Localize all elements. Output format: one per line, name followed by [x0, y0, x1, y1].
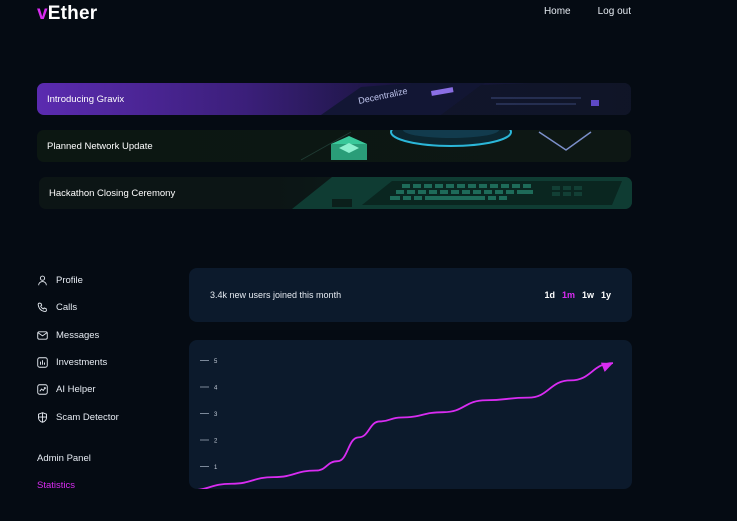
top-nav: Home Log out: [544, 6, 631, 17]
sidebar-item-label: AI Helper: [56, 384, 96, 396]
sidebar-item-label: Scam Detector: [56, 411, 119, 423]
sidebar: Profile Calls Messages Investments AI He…: [37, 267, 177, 431]
logout-link[interactable]: Log out: [598, 6, 631, 17]
sidebar-item-scam-detector[interactable]: Scam Detector: [37, 403, 177, 430]
phone-icon: [37, 303, 47, 313]
sidebar-item-label: Calls: [56, 302, 78, 314]
y-tick-label: 3: [214, 412, 218, 418]
range-1m[interactable]: 1m: [562, 290, 575, 300]
sidebar-item-investments[interactable]: Investments: [37, 349, 177, 376]
statistics-chart-card: 1 2 3 4 5: [189, 340, 632, 489]
sidebar-item-calls[interactable]: Calls: [37, 294, 177, 321]
banner-art-network: [300, 130, 592, 161]
app-logo[interactable]: vEther: [37, 3, 97, 25]
banner-label: Planned Network Update: [47, 140, 153, 152]
range-1w[interactable]: 1w: [582, 290, 594, 300]
range-1y[interactable]: 1y: [601, 290, 611, 300]
banner-art-keyboard: [292, 177, 632, 209]
sidebar-item-statistics[interactable]: Statistics: [37, 480, 75, 491]
sidebar-item-ai-helper[interactable]: AI Helper: [37, 376, 177, 403]
banner-label: Hackathon Closing Ceremony: [49, 187, 176, 199]
home-link[interactable]: Home: [544, 6, 571, 17]
y-tick-label: 2: [214, 439, 218, 445]
banner-label: Introducing Gravix: [47, 93, 125, 105]
mail-icon: [37, 331, 48, 340]
series-line: [197, 362, 614, 489]
shield-icon: [38, 411, 47, 423]
y-tick-label: 1: [214, 465, 218, 471]
range-1d[interactable]: 1d: [544, 290, 555, 300]
banner-art-dashboard: Decentralize: [291, 83, 631, 115]
sidebar-item-label: Profile: [56, 275, 83, 287]
sidebar-item-messages[interactable]: Messages: [37, 322, 177, 349]
user-growth-chart: 1 2 3 4 5: [197, 359, 614, 489]
sidebar-item-admin-panel[interactable]: Admin Panel: [37, 453, 91, 464]
user-icon: [38, 275, 47, 286]
banner-planned-network-update[interactable]: Planned Network Update: [37, 130, 631, 162]
sidebar-item-profile[interactable]: Profile: [37, 267, 177, 294]
sidebar-item-label: Messages: [56, 329, 100, 341]
new-users-text: 3.4k new users joined this month: [210, 290, 342, 300]
sidebar-item-label: Investments: [56, 357, 108, 369]
y-tick-label: 5: [214, 359, 218, 365]
trend-icon: [37, 384, 48, 396]
time-range-selector: 1d 1m 1w 1y: [544, 290, 611, 300]
banner-hackathon-closing-ceremony[interactable]: Hackathon Closing Ceremony: [39, 177, 632, 209]
bar-chart-icon: [37, 357, 48, 368]
new-users-card: 3.4k new users joined this month 1d 1m 1…: [189, 268, 632, 322]
y-tick-label: 4: [214, 386, 218, 392]
banner-introducing-gravix[interactable]: Introducing Gravix Decentralize: [37, 83, 631, 115]
series-arrowhead: [600, 362, 613, 372]
